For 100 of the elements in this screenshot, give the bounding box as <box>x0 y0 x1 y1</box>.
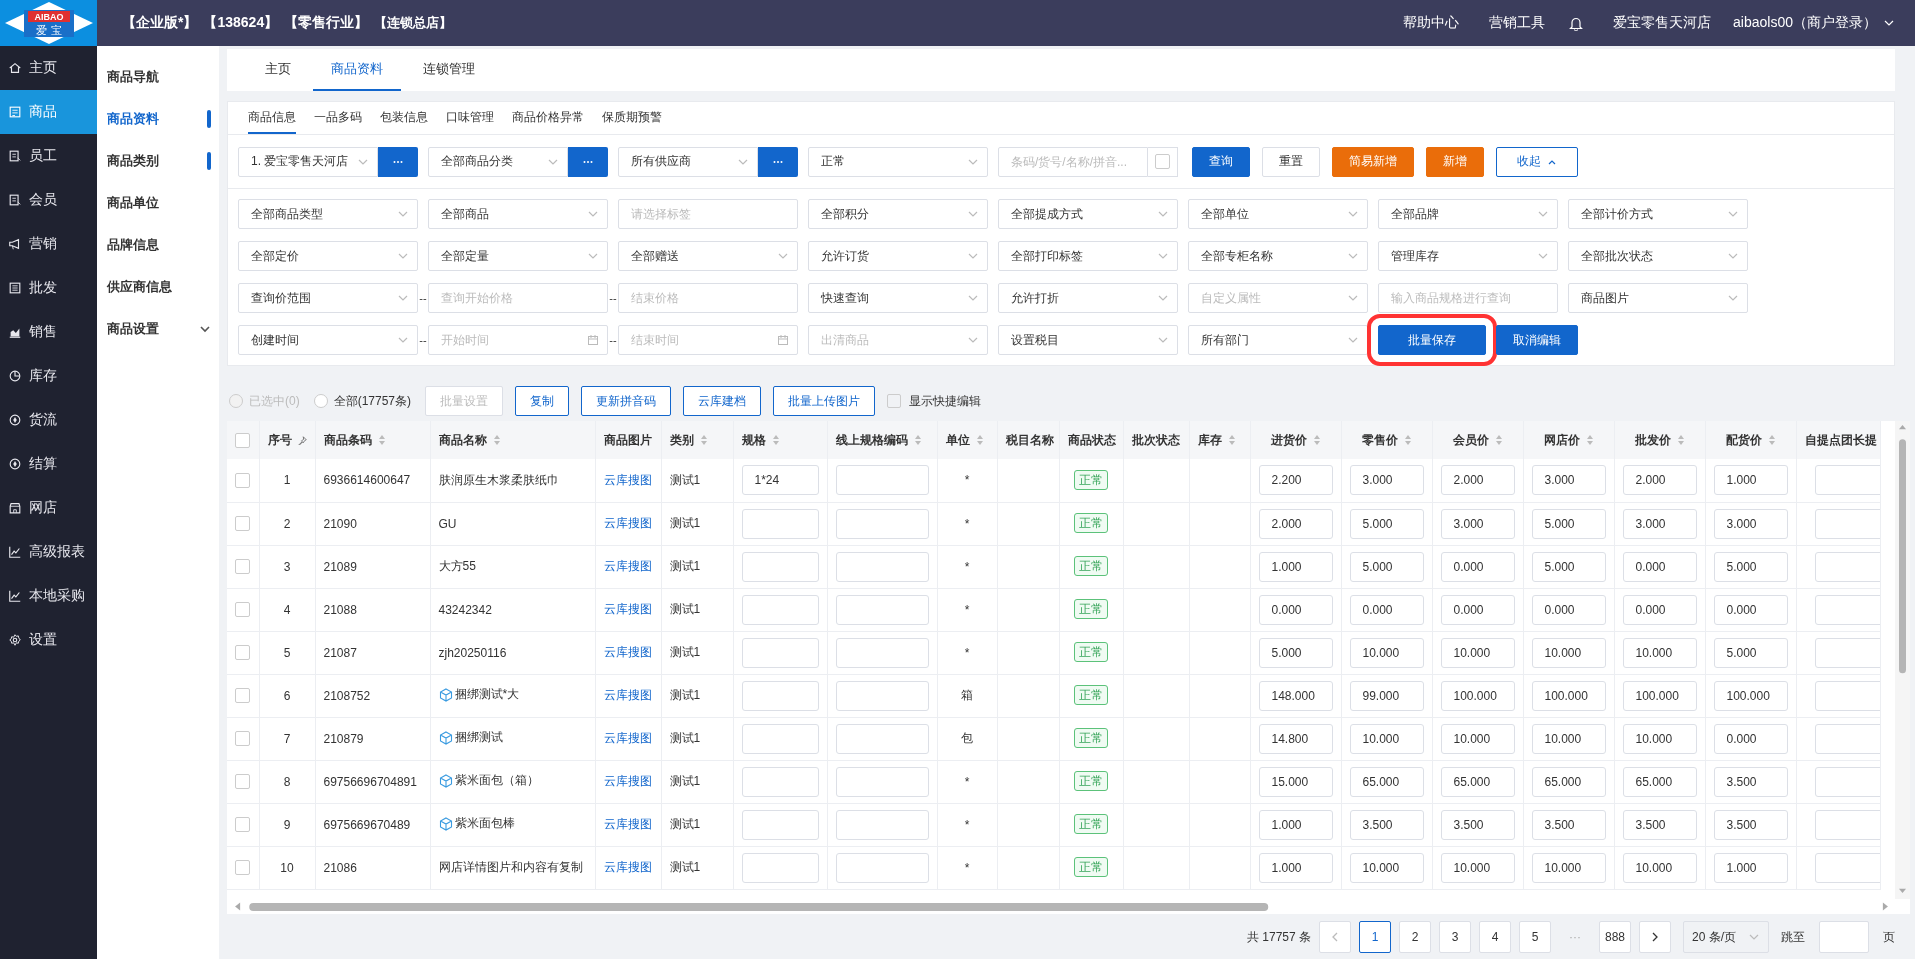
image-search-link[interactable]: 云库搜图 <box>603 731 652 745</box>
code-input[interactable] <box>835 551 929 582</box>
sidebar-item[interactable]: 本地采购 <box>0 574 97 618</box>
price-input[interactable]: 0.000 <box>1622 551 1697 582</box>
prev-page-button[interactable] <box>1319 921 1351 953</box>
sort-icon[interactable] <box>1312 434 1321 446</box>
image-search-link[interactable]: 云库搜图 <box>603 860 652 874</box>
select-field[interactable]: 全部定价 <box>238 241 418 271</box>
spec-input[interactable] <box>741 766 819 797</box>
search-field[interactable]: 条码/货号/名称/拼音... <box>998 146 1148 177</box>
price-input[interactable]: 10.000 <box>1440 852 1515 883</box>
sidebar-item[interactable]: 网店 <box>0 486 97 530</box>
code-input[interactable] <box>835 508 929 539</box>
page-button[interactable]: 888 <box>1599 921 1631 953</box>
price-input[interactable]: 1.000 <box>1713 465 1788 496</box>
select-field[interactable]: 正常 <box>808 146 988 177</box>
sub-tab[interactable]: 一品多码 <box>314 102 362 134</box>
action-button[interactable]: 更新拼音码 <box>581 386 672 416</box>
select-field[interactable]: 全部品牌 <box>1378 199 1558 229</box>
page-button[interactable]: 5 <box>1519 921 1551 953</box>
select-field[interactable]: 允许打折 <box>998 283 1178 313</box>
select-field[interactable]: 1. 爱宝零售天河店 <box>238 146 378 177</box>
sub-tab[interactable]: 包装信息 <box>380 102 428 134</box>
checkbox[interactable] <box>235 688 251 704</box>
price-input[interactable] <box>1814 723 1879 754</box>
sort-icon[interactable] <box>492 434 501 446</box>
code-input[interactable] <box>835 766 929 797</box>
price-input[interactable] <box>1814 551 1879 582</box>
checkbox[interactable] <box>235 472 251 488</box>
price-input[interactable]: 1.000 <box>1258 809 1333 840</box>
subnav-item[interactable]: 商品资料 <box>97 98 219 140</box>
select-field[interactable]: 全部商品 <box>428 199 608 229</box>
action-button[interactable]: 取消编辑 <box>1496 325 1578 355</box>
action-button[interactable]: 批量上传图片 <box>773 386 876 416</box>
price-input[interactable] <box>1814 680 1879 711</box>
nav-tab[interactable]: 商品资料 <box>313 49 401 91</box>
checkbox[interactable] <box>235 774 251 790</box>
action-button[interactable]: 云库建档 <box>683 386 762 416</box>
price-input[interactable]: 3.500 <box>1349 809 1424 840</box>
price-input[interactable]: 5.000 <box>1349 508 1424 539</box>
bell-icon[interactable] <box>1569 15 1584 31</box>
code-input[interactable] <box>835 680 929 711</box>
price-input[interactable]: 1.000 <box>1258 852 1333 883</box>
price-input[interactable]: 5.000 <box>1713 551 1788 582</box>
spec-input[interactable] <box>741 723 819 754</box>
toolbar-button[interactable]: 查询 <box>1192 146 1250 177</box>
price-input[interactable] <box>1814 508 1879 539</box>
sidebar-item[interactable]: 库存 <box>0 354 97 398</box>
price-input[interactable]: 3.000 <box>1713 508 1788 539</box>
input-field[interactable]: 查询开始价格 <box>428 283 608 313</box>
input-field[interactable]: 结束价格 <box>618 283 798 313</box>
page-jump-input[interactable] <box>1819 921 1869 953</box>
image-search-link[interactable]: 云库搜图 <box>603 559 652 573</box>
sidebar-item[interactable]: 结算 <box>0 442 97 486</box>
input-field[interactable]: 输入商品规格进行查询 <box>1378 283 1558 313</box>
header-link[interactable]: 帮助中心 <box>1403 14 1460 32</box>
checkbox[interactable] <box>235 516 251 532</box>
price-input[interactable]: 5.000 <box>1258 637 1333 668</box>
price-input[interactable]: 3.500 <box>1713 766 1788 797</box>
price-input[interactable]: 3.500 <box>1531 809 1606 840</box>
price-input[interactable]: 5.000 <box>1531 508 1606 539</box>
price-input[interactable]: 10.000 <box>1531 852 1606 883</box>
spec-input[interactable] <box>741 852 819 883</box>
sub-tab[interactable]: 口味管理 <box>446 102 494 134</box>
price-input[interactable]: 99.000 <box>1349 680 1424 711</box>
price-input[interactable]: 0.000 <box>1622 594 1697 625</box>
price-input[interactable]: 3.000 <box>1622 508 1697 539</box>
page-button[interactable]: 2 <box>1399 921 1431 953</box>
image-search-link[interactable]: 云库搜图 <box>603 774 652 788</box>
sidebar-item[interactable]: 销售 <box>0 310 97 354</box>
page-button[interactable]: 1 <box>1359 921 1391 953</box>
sort-icon[interactable] <box>1494 434 1503 446</box>
select-field[interactable]: 全部积分 <box>808 199 988 229</box>
price-input[interactable]: 10.000 <box>1622 723 1697 754</box>
price-input[interactable]: 10.000 <box>1349 852 1424 883</box>
price-input[interactable] <box>1814 637 1879 668</box>
price-input[interactable]: 65.000 <box>1349 766 1424 797</box>
price-input[interactable]: 100.000 <box>1531 680 1606 711</box>
price-input[interactable]: 10.000 <box>1349 723 1424 754</box>
spec-input[interactable] <box>741 809 819 840</box>
code-input[interactable] <box>835 809 929 840</box>
checkbox[interactable] <box>235 860 251 876</box>
code-input[interactable] <box>835 723 929 754</box>
code-input[interactable] <box>835 852 929 883</box>
picker-button[interactable] <box>758 146 798 177</box>
image-search-link[interactable]: 云库搜图 <box>603 602 652 616</box>
price-input[interactable] <box>1814 809 1879 840</box>
image-search-link[interactable]: 云库搜图 <box>603 472 652 487</box>
image-search-link[interactable]: 云库搜图 <box>603 817 652 831</box>
price-input[interactable]: 100.000 <box>1440 680 1515 711</box>
sort-icon[interactable] <box>771 434 780 446</box>
sort-icon[interactable] <box>1403 434 1412 446</box>
sort-icon[interactable] <box>975 434 984 446</box>
select-field[interactable]: 创建时间 <box>238 325 418 355</box>
image-search-link[interactable]: 云库搜图 <box>603 645 652 659</box>
price-input[interactable]: 2.000 <box>1622 465 1697 496</box>
price-input[interactable]: 65.000 <box>1531 766 1606 797</box>
subnav-item[interactable]: 商品单位 <box>97 182 219 224</box>
select-field[interactable]: 查询价范围 <box>238 283 418 313</box>
checkbox[interactable] <box>1148 146 1178 177</box>
